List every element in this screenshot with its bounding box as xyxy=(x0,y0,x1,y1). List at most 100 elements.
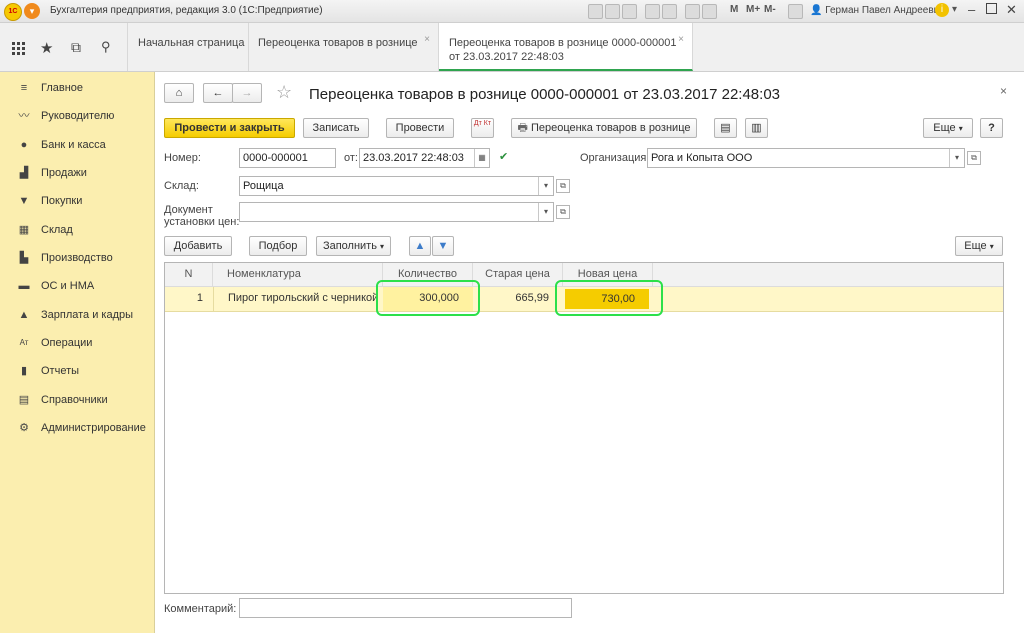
app-logo-icon: 1С xyxy=(4,3,22,21)
close-window-button[interactable]: ✕ xyxy=(1006,2,1017,18)
column-header-item[interactable]: Номенклатура xyxy=(213,263,383,287)
document-list-icon[interactable]: ▥ xyxy=(745,118,768,138)
info-icon[interactable]: i xyxy=(935,3,949,17)
move-up-button[interactable]: ▲ xyxy=(409,236,431,256)
calculator-icon[interactable] xyxy=(685,4,700,19)
price-document-label: Документ установки цен: xyxy=(164,204,239,228)
sidebar-item-salary[interactable]: ▲ Зарплата и кадры xyxy=(0,301,154,329)
price-document-field[interactable]: ▾ xyxy=(239,202,554,222)
warehouse-value: Рощица xyxy=(243,180,284,192)
date-field[interactable]: 23.03.2017 22:48:03 ▦ xyxy=(359,148,490,168)
warehouse-field[interactable]: Рощица ▾ xyxy=(239,176,554,196)
chevron-down-icon: ▾ xyxy=(989,242,994,251)
sidebar-item-main[interactable]: ≡ Главное xyxy=(0,74,154,102)
close-form-icon[interactable]: × xyxy=(1000,84,1007,98)
window-title-bar: 1С ▾ Бухгалтерия предприятия, редакция 3… xyxy=(0,0,1024,23)
open-price-document-icon[interactable]: ⧉ xyxy=(556,205,570,219)
home-icon[interactable] xyxy=(645,4,660,19)
arrow-up-icon: ▲ xyxy=(414,240,426,252)
row-item[interactable]: Пирог тирольский с черникой xyxy=(213,287,383,311)
back-button[interactable]: ← xyxy=(203,83,233,103)
tab-revaluation-doc-label-1: Переоценка товаров в рознице 0000-000001 xyxy=(449,37,677,49)
close-tab-icon[interactable]: × xyxy=(424,33,430,46)
sidebar-item-purchases[interactable]: ▼ Покупки xyxy=(0,187,154,215)
truck-icon: ▬ xyxy=(18,280,30,292)
favorites-star-icon[interactable]: ★ xyxy=(40,39,53,57)
column-header-empty xyxy=(653,263,1003,287)
favorite-star-icon[interactable]: ☆ xyxy=(276,82,292,103)
pick-button[interactable]: Подбор xyxy=(249,236,307,256)
row-old-price: 665,99 xyxy=(515,292,549,304)
warehouse-icon: ▦ xyxy=(18,224,30,236)
sidebar-item-label: Склад xyxy=(41,224,73,236)
chevron-down-icon[interactable]: ▾ xyxy=(538,177,553,195)
post-button[interactable]: Провести xyxy=(386,118,454,138)
column-header-n[interactable]: N xyxy=(165,263,213,287)
sidebar-item-reports[interactable]: ▮ Отчеты xyxy=(0,357,154,385)
user-icon: 👤 xyxy=(810,5,823,16)
memory-mplus-button[interactable]: M+ xyxy=(746,4,760,15)
chevron-down-icon[interactable]: ▾ xyxy=(538,203,553,221)
chevron-down-icon[interactable]: ▾ xyxy=(949,149,964,167)
sidebar-item-manager[interactable]: 〰 Руководителю xyxy=(0,102,154,130)
comment-field[interactable] xyxy=(239,598,572,618)
print-revaluation-button[interactable]: 🖶 Переоценка товаров в рознице xyxy=(511,118,697,138)
layout-icon[interactable] xyxy=(788,4,803,19)
more-button[interactable]: Еще ▾ xyxy=(923,118,973,138)
tab-strip: ★ ⧉ ⚲ Начальная страница Переоценка това… xyxy=(0,23,1024,72)
sidebar-item-warehouse[interactable]: ▦ Склад xyxy=(0,216,154,244)
history-icon[interactable] xyxy=(662,4,677,19)
info-dropdown-icon[interactable]: ▾ xyxy=(952,4,957,15)
preview-icon[interactable] xyxy=(622,4,637,19)
attach-icon[interactable]: ▤ xyxy=(714,118,737,138)
sidebar-item-admin[interactable]: ⚙ Администрирование xyxy=(0,414,154,442)
tab-home[interactable]: Начальная страница xyxy=(127,23,249,71)
table-more-button[interactable]: Еще ▾ xyxy=(955,236,1003,256)
apps-grid-icon[interactable] xyxy=(12,42,26,56)
maximize-button[interactable] xyxy=(986,3,997,14)
menu-icon: ≡ xyxy=(20,82,28,94)
post-and-close-button[interactable]: Провести и закрыть xyxy=(164,118,295,138)
open-organization-icon[interactable]: ⧉ xyxy=(967,151,981,165)
home-button[interactable]: ⌂ xyxy=(164,83,194,103)
calendar-icon[interactable]: ▦ xyxy=(474,149,489,167)
open-warehouse-icon[interactable]: ⧉ xyxy=(556,179,570,193)
arrow-right-icon: → xyxy=(241,87,253,99)
column-header-old-price[interactable]: Старая цена xyxy=(473,263,563,287)
help-button[interactable]: ? xyxy=(980,118,1003,138)
close-tab-icon[interactable]: × xyxy=(678,33,684,46)
tab-revaluation-list[interactable]: Переоценка товаров в рознице × xyxy=(248,23,439,71)
books-icon: ▤ xyxy=(18,394,30,406)
sidebar-item-catalogs[interactable]: ▤ Справочники xyxy=(0,386,154,414)
memory-mminus-button[interactable]: M- xyxy=(764,4,776,15)
search-icon[interactable]: ⚲ xyxy=(101,39,111,55)
user-name-label: Герман Павел Андреевич xyxy=(825,5,945,16)
minimize-button[interactable]: – xyxy=(968,2,975,17)
sidebar-item-production[interactable]: ▙ Производство xyxy=(0,244,154,272)
sidebar-item-bank[interactable]: ● Банк и касса xyxy=(0,131,154,159)
organization-field[interactable]: Рога и Копыта ООО ▾ xyxy=(647,148,965,168)
coin-icon: ● xyxy=(20,139,28,151)
factory-icon: ▙ xyxy=(19,252,29,264)
main-menu-icon[interactable]: ▾ xyxy=(24,3,40,19)
history-icon[interactable]: ⧉ xyxy=(71,39,81,56)
arrow-left-icon: ← xyxy=(212,87,224,99)
save-button[interactable]: Записать xyxy=(303,118,369,138)
number-field[interactable]: 0000-000001 xyxy=(239,148,336,168)
user-name[interactable]: 👤 Герман Павел Андреевич xyxy=(810,5,944,16)
sidebar-item-sales[interactable]: ▟ Продажи xyxy=(0,159,154,187)
memory-m-button[interactable]: M xyxy=(730,4,738,15)
calendar-icon[interactable] xyxy=(702,4,717,19)
move-down-button[interactable]: ▼ xyxy=(432,236,454,256)
add-row-button[interactable]: Добавить xyxy=(164,236,232,256)
print-icon[interactable] xyxy=(605,4,620,19)
goods-table[interactable]: N Номенклатура Количество Старая цена Но… xyxy=(164,262,1004,594)
forward-button[interactable]: → xyxy=(232,83,262,103)
tab-revaluation-doc[interactable]: Переоценка товаров в рознице 0000-000001… xyxy=(439,23,693,71)
save-icon[interactable] xyxy=(588,4,603,19)
sidebar-item-operations[interactable]: Ат Операции xyxy=(0,329,154,357)
number-label: Номер: xyxy=(164,152,201,164)
sidebar-item-assets[interactable]: ▬ ОС и НМА xyxy=(0,272,154,300)
fill-button[interactable]: Заполнить ▾ xyxy=(316,236,391,256)
dt-kt-button[interactable]: Дт Кт xyxy=(471,118,494,138)
